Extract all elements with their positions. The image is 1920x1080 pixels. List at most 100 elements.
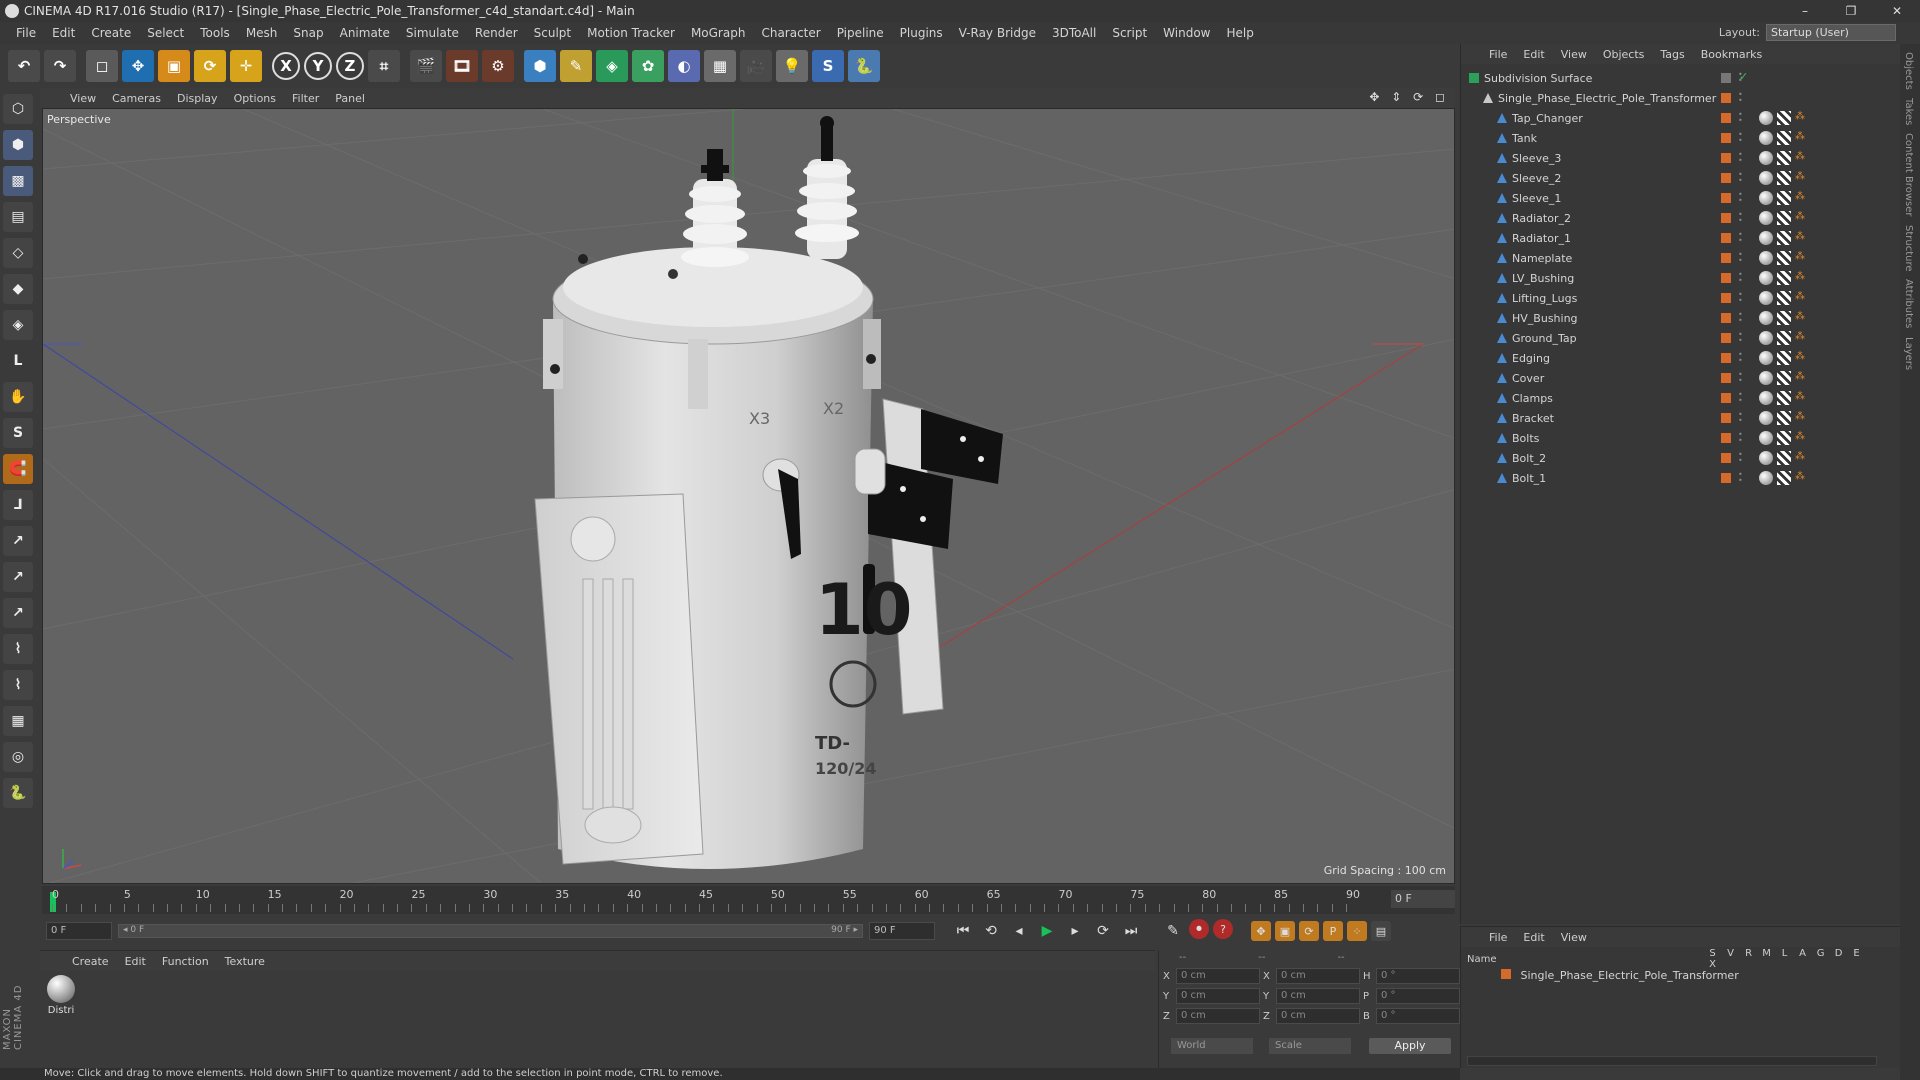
layer-menu-edit[interactable]: Edit [1515,931,1552,944]
phong-tag-icon[interactable]: ⁂ [1795,311,1807,325]
texture-tag-icon[interactable] [1777,431,1791,445]
key-position-icon[interactable]: ✥ [1251,921,1271,941]
menu-sculpt[interactable]: Sculpt [526,26,579,40]
menu-create[interactable]: Create [83,26,139,40]
pen-spline-icon[interactable]: ✎ [560,50,592,82]
rotation-b-field[interactable]: 0 ° [1376,1008,1460,1024]
layer-col-v[interactable]: V [1722,948,1740,959]
render-picture-viewer-icon[interactable]: 🎞 [446,50,478,82]
layer-menu-file[interactable]: File [1481,931,1515,944]
phong-tag-icon[interactable]: ⁂ [1795,351,1807,365]
material-tag-icon[interactable] [1759,331,1773,345]
position-x-field[interactable]: 0 cm [1176,968,1260,984]
material-tag-icon[interactable] [1759,131,1773,145]
menu-file[interactable]: File [8,26,44,40]
lock-y-icon[interactable]: ↗ [3,562,33,592]
side-tab-content-browser[interactable]: Content Browser [1903,133,1914,216]
end-frame-field[interactable]: 90 F [869,922,935,940]
layer-col-d[interactable]: D [1830,948,1848,959]
object-color-tag[interactable] [1721,233,1731,243]
object-menu-tags[interactable]: Tags [1652,48,1692,61]
layer-col-m[interactable]: M [1758,948,1776,959]
object-row[interactable]: Sleeve_2 • • ⁂ [1461,168,1901,188]
sculpt-icon[interactable]: ◎ [3,742,33,772]
3d-viewport[interactable]: 10 TD- 120/24 X3 X2 Perspective Grid Spa… [42,108,1455,884]
visibility-dots-icon[interactable]: • • [1738,191,1744,205]
visibility-dots-icon[interactable]: • • [1738,171,1744,185]
object-color-tag[interactable] [1721,173,1731,183]
brush-icon[interactable]: ⌇ [3,634,33,664]
texture-tag-icon[interactable] [1777,131,1791,145]
menu-script[interactable]: Script [1104,26,1155,40]
solo-icon[interactable]: S [3,418,33,448]
layer-scrollbar[interactable] [1467,1056,1877,1066]
viewport-menu-filter[interactable]: Filter [284,92,327,105]
visibility-dots-icon[interactable]: • • [1738,231,1744,245]
side-tab-layers[interactable]: Layers [1903,337,1914,370]
key-pla-icon[interactable]: ⁘ [1347,921,1367,941]
side-tab-takes[interactable]: Takes [1903,98,1914,125]
lock-z-icon[interactable]: ↗ [3,598,33,628]
phong-tag-icon[interactable]: ⁂ [1795,231,1807,245]
menu-3dtoall[interactable]: 3DToAll [1044,26,1104,40]
viewport-menu-display[interactable]: Display [169,92,226,105]
live-select-icon[interactable]: ◻ [86,50,118,82]
make-editable-icon[interactable]: ⬡ [3,94,33,124]
phong-tag-icon[interactable]: ⁂ [1795,131,1807,145]
rotation-p-field[interactable]: 0 ° [1376,988,1460,1004]
object-color-tag[interactable] [1721,193,1731,203]
maximize-button[interactable]: ❐ [1828,0,1874,22]
texture-tag-icon[interactable] [1777,411,1791,425]
layer-col-e[interactable]: E [1848,948,1866,959]
viewport-menu-view[interactable]: View [62,92,104,105]
light-icon[interactable]: 💡 [776,50,808,82]
workplane-icon[interactable]: ▤ [3,202,33,232]
next-frame-icon[interactable]: ▸ [1063,919,1087,943]
layer-col-g[interactable]: G [1812,948,1830,959]
scale-icon[interactable]: ▣ [158,50,190,82]
visibility-dots-icon[interactable]: • • [1738,311,1744,325]
object-color-tag[interactable] [1721,413,1731,423]
object-color-tag[interactable] [1721,473,1731,483]
array-icon[interactable]: ✿ [632,50,664,82]
python-console-icon[interactable]: 🐍 [3,778,33,808]
object-row[interactable]: Tank • • ⁂ [1461,128,1901,148]
material-tag-icon[interactable] [1759,371,1773,385]
timeline-icon[interactable]: ▤ [1371,921,1391,941]
material-tag-icon[interactable] [1759,111,1773,125]
object-row[interactable]: Cover • • ⁂ [1461,368,1901,388]
go-to-end-icon[interactable]: ⏭ [1119,919,1143,943]
object-row[interactable]: Nameplate • • ⁂ [1461,248,1901,268]
visibility-dots-icon[interactable]: • • [1738,271,1744,285]
object-color-tag[interactable] [1721,73,1731,83]
prev-frame-icon[interactable]: ◂ [1007,919,1031,943]
grid-lock-icon[interactable]: ▦ [3,706,33,736]
object-color-tag[interactable] [1721,393,1731,403]
phong-tag-icon[interactable]: ⁂ [1795,271,1807,285]
axis-lock-icon[interactable]: ⅃ [3,490,33,520]
object-row[interactable]: Lifting_Lugs • • ⁂ [1461,288,1901,308]
menu-pipeline[interactable]: Pipeline [829,26,892,40]
go-to-start-icon[interactable]: ⏮ [951,919,975,943]
material-item[interactable]: Distri [44,975,78,1016]
visibility-dots-icon[interactable]: • • [1738,71,1744,85]
object-color-tag[interactable] [1721,133,1731,143]
phong-tag-icon[interactable]: ⁂ [1795,151,1807,165]
viewport-nav-icons[interactable]: ✥ ⇕ ⟳ ◻ [1369,90,1449,104]
rotate-icon[interactable]: ⟳ [194,50,226,82]
object-color-tag[interactable] [1721,353,1731,363]
phong-tag-icon[interactable]: ⁂ [1795,211,1807,225]
floor-icon[interactable]: ▦ [704,50,736,82]
deformer-icon[interactable]: ◐ [668,50,700,82]
texture-tag-icon[interactable] [1777,231,1791,245]
texture-tag-icon[interactable] [1777,311,1791,325]
visibility-dots-icon[interactable]: • • [1738,371,1744,385]
z-axis-icon[interactable]: Z [336,52,364,80]
menu-window[interactable]: Window [1155,26,1218,40]
object-menu-objects[interactable]: Objects [1595,48,1653,61]
object-menu-file[interactable]: File [1481,48,1515,61]
key-scale-icon[interactable]: ▣ [1275,921,1295,941]
start-frame-field[interactable]: 0 F [46,922,112,940]
visibility-dots-icon[interactable]: • • [1738,111,1744,125]
world-dropdown[interactable]: World [1171,1038,1253,1054]
